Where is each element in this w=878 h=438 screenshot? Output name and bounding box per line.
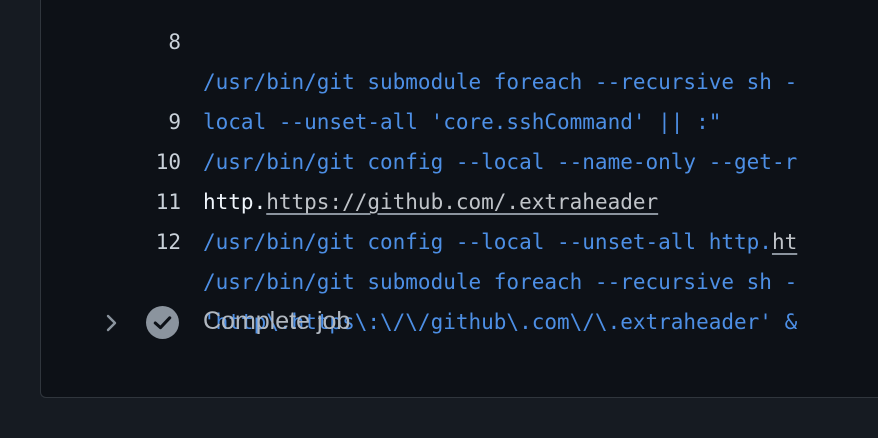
log-line: 'http\.https\:\/\/github\.com\/\.extrahe… bbox=[41, 222, 878, 334]
chevron-right-icon[interactable] bbox=[99, 311, 123, 335]
log-line: 8 /usr/bin/git submodule foreach --recur… bbox=[41, 0, 878, 94]
log-line: local --unset-all 'core.sshCommand' || :… bbox=[41, 22, 878, 134]
log-line: 12 /usr/bin/git submodule foreach --recu… bbox=[41, 182, 878, 294]
step-complete-job[interactable]: Complete job bbox=[91, 301, 591, 345]
log-line: 9 /usr/bin/git config --local --name-onl… bbox=[41, 62, 878, 174]
log-line: 11 /usr/bin/git config --local --unset-a… bbox=[41, 142, 878, 254]
job-log-panel: 8 /usr/bin/git submodule foreach --recur… bbox=[40, 0, 878, 398]
line-text: /usr/bin/git submodule foreach --recursi… bbox=[203, 270, 798, 294]
log-line: 10 http.https://github.com/.extraheader bbox=[41, 102, 878, 214]
step-label: Complete job bbox=[203, 307, 351, 335]
check-circle-icon bbox=[146, 306, 179, 339]
